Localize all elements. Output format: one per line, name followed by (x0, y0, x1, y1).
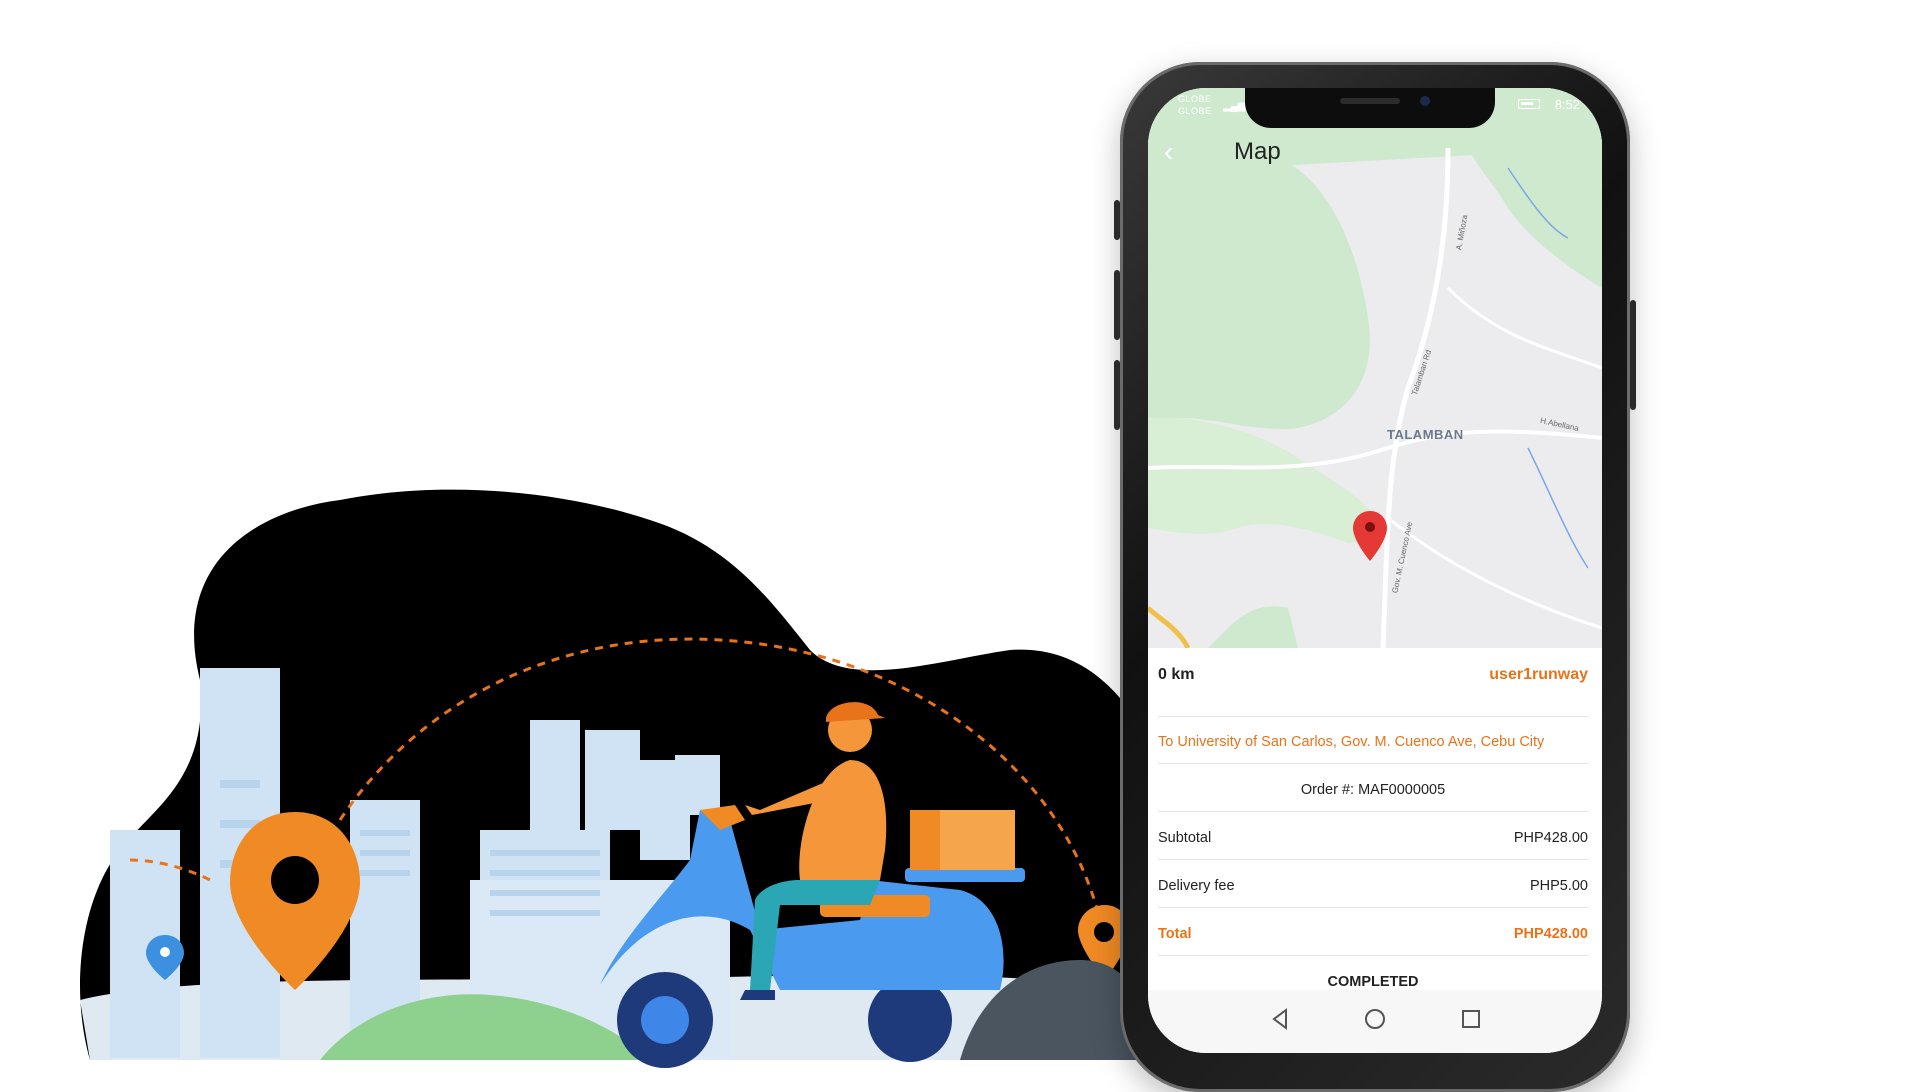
phone-power-button (1630, 300, 1636, 410)
delivery-illustration (80, 489, 1150, 1068)
destination-row: To University of San Carlos, Gov. M. Cue… (1158, 734, 1588, 750)
map-pin-icon[interactable] (1353, 511, 1387, 566)
subtotal-row: Subtotal PHP428.00 (1158, 830, 1588, 846)
distance-value: 0 km (1158, 666, 1195, 683)
map-place-label: TALAMBAN (1387, 427, 1464, 442)
divider (1158, 763, 1588, 764)
carrier-1: GLOBE (1178, 94, 1212, 104)
total-row: Total PHP428.00 (1158, 926, 1588, 942)
page-title: Map (1234, 138, 1281, 165)
triangle-back-icon[interactable] (1266, 1004, 1296, 1034)
divider (1158, 955, 1588, 956)
username[interactable]: user1runway (1489, 666, 1588, 684)
order-number-row: Order #: MAF0000005 (1158, 782, 1588, 798)
status-time: 8:52 (1554, 97, 1580, 112)
destination-address: To University of San Carlos, Gov. M. Cue… (1158, 734, 1545, 750)
phone-screen: TALAMBAN A. Miñoza Talamban Rd H.Abellan… (1148, 88, 1602, 1053)
battery-icon (1518, 99, 1540, 109)
chevron-left-icon[interactable]: ‹ (1164, 136, 1173, 168)
total-label: Total (1158, 926, 1192, 942)
phone-side-button (1114, 360, 1120, 430)
order-number: Order #: MAF0000005 (1300, 782, 1446, 798)
front-camera (1420, 96, 1430, 106)
phone-side-button (1114, 200, 1120, 240)
carrier-2: GLOBE (1178, 106, 1212, 116)
carrier-label: GLOBE GLOBE (1178, 93, 1212, 117)
subtotal-value: PHP428.00 (1513, 830, 1588, 846)
square-recents-icon[interactable] (1456, 1004, 1486, 1034)
status-row: COMPLETED (1158, 974, 1588, 990)
distance-row: 0 km user1runway (1158, 666, 1588, 684)
order-status: COMPLETED (1327, 974, 1419, 990)
delivery-fee-value: PHP5.00 (1529, 878, 1588, 894)
delivery-fee-row: Delivery fee PHP5.00 (1158, 878, 1588, 894)
subtotal-label: Subtotal (1158, 830, 1212, 846)
circle-home-icon[interactable] (1360, 1004, 1390, 1034)
divider (1158, 907, 1588, 908)
speaker (1340, 98, 1400, 104)
divider (1158, 859, 1588, 860)
divider (1158, 811, 1588, 812)
delivery-fee-label: Delivery fee (1158, 878, 1235, 894)
phone-side-button (1114, 270, 1120, 340)
signal-icon: ▂▄▆ (1223, 101, 1246, 112)
divider (1158, 716, 1588, 717)
system-navigation-bar (1148, 990, 1602, 1053)
app-header: ‹ Map (1148, 126, 1602, 174)
phone-notch (1245, 88, 1495, 128)
total-value: PHP428.00 (1513, 926, 1588, 942)
